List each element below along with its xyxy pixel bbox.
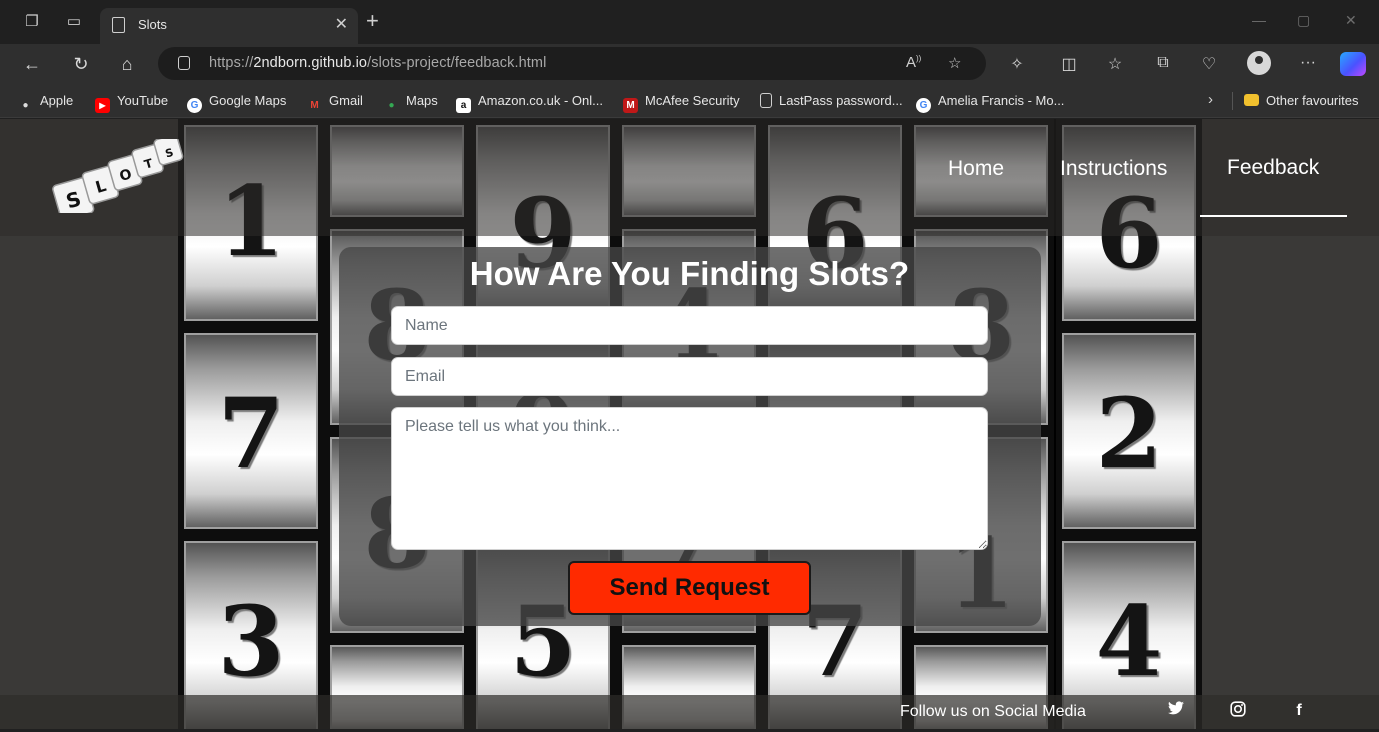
bookmark-separator [1232,92,1233,110]
facebook-icon[interactable]: f [1289,701,1309,721]
close-tab-icon[interactable]: ✕ [335,14,348,34]
page-icon [112,17,125,33]
back-icon[interactable]: ← [20,52,44,76]
email-input[interactable] [391,357,988,396]
tab-title: Slots [138,17,167,32]
browser-tab-bar: ❐ ▭ Slots ✕ + — ▢ ✕ [0,0,1379,44]
apple-icon: ● [22,100,29,111]
other-favourites[interactable]: Other favourites [1244,93,1359,108]
more-options-icon[interactable]: ··· [1297,54,1319,72]
maps-pin-icon: ● [388,100,395,111]
site-footer: Follow us on Social Media f [0,695,1379,729]
reel-tile: 7 [178,327,324,535]
folder-icon [1244,94,1259,106]
url-field[interactable]: https://2ndborn.github.io/slots-project/… [158,47,986,80]
bookmark-google-maps[interactable]: G Google Maps [187,93,286,113]
page-viewport: 1 7 3 8 8 9 9 5 4 7 6 7 8 1 6 2 4 [0,119,1379,729]
favorite-star-icon[interactable]: ☆ [948,54,961,72]
site-info-icon[interactable] [178,56,190,70]
google-icon: G [916,98,931,113]
bookmarks-bar: ● Apple ▶ YouTube G Google Maps M Gmail ● Map… [0,84,1379,118]
favorites-icon[interactable]: ☆ [1104,54,1126,74]
name-input[interactable] [391,306,988,345]
bookmark-maps[interactable]: ● Maps [384,93,437,113]
chevron-right-icon[interactable]: › [1208,91,1213,108]
bookmark-gmail[interactable]: M Gmail [307,93,363,113]
url-text: https://2ndborn.github.io/slots-project/… [209,55,547,71]
bookmark-amelia[interactable]: G Amelia Francis - Mo... [916,93,1064,113]
home-icon[interactable]: ⌂ [115,52,139,76]
minimize-icon[interactable]: — [1252,12,1266,28]
reel-digit: 4 [1095,585,1163,698]
nav-link-feedback[interactable]: Feedback [1227,156,1319,180]
bookmark-lastpass[interactable]: LastPass password... [760,93,903,108]
browser-essentials-icon[interactable]: ♡ [1198,54,1220,74]
maximize-icon[interactable]: ▢ [1297,12,1310,29]
copilot-icon[interactable] [1340,52,1366,76]
amazon-icon: a [456,98,471,113]
extensions-icon[interactable]: ✧ [1006,54,1028,74]
split-screen-icon[interactable]: ◫ [1058,54,1080,74]
workspaces-icon[interactable]: ❐ [22,12,42,32]
mcafee-icon: M [623,98,638,113]
reel-digit: 7 [217,377,285,490]
form-title: How Are You Finding Slots? [469,255,910,292]
nav-link-home[interactable]: Home [948,157,1004,181]
browser-tab[interactable]: Slots ✕ [100,8,358,44]
reel-digit: 3 [217,585,285,698]
bookmark-apple[interactable]: ● Apple [18,93,73,113]
send-request-button[interactable]: Send Request [568,561,811,615]
slots-logo[interactable]: S L O T S [46,139,210,213]
google-icon: G [187,98,202,113]
bookmark-amazon[interactable]: a Amazon.co.uk - Onl... [456,93,603,113]
bookmark-youtube[interactable]: ▶ YouTube [95,93,168,113]
new-tab-icon[interactable]: + [366,10,379,32]
active-nav-underline [1200,215,1347,217]
message-textarea[interactable] [391,407,988,550]
refresh-icon[interactable]: ↻ [69,52,93,76]
gmail-icon: M [310,100,319,111]
profile-avatar[interactable] [1247,51,1271,75]
nav-link-instructions[interactable]: Instructions [1060,157,1167,181]
reel-digit: 2 [1095,377,1163,490]
collections-icon[interactable]: ⧉ [1152,54,1174,72]
tab-actions-icon[interactable]: ▭ [64,12,84,32]
address-bar: ← ↻ ⌂ https://2ndborn.github.io/slots-pr… [0,44,1379,84]
instagram-icon[interactable] [1228,701,1248,721]
page-icon [760,93,772,108]
youtube-icon: ▶ [95,98,110,113]
close-window-icon[interactable]: ✕ [1345,12,1357,29]
twitter-icon[interactable] [1166,701,1186,721]
bookmark-mcafee[interactable]: M McAfee Security [623,93,740,113]
read-aloud-icon[interactable]: A)) [906,54,921,71]
reel-tile: 2 [1056,327,1202,535]
footer-text: Follow us on Social Media [900,703,1086,720]
